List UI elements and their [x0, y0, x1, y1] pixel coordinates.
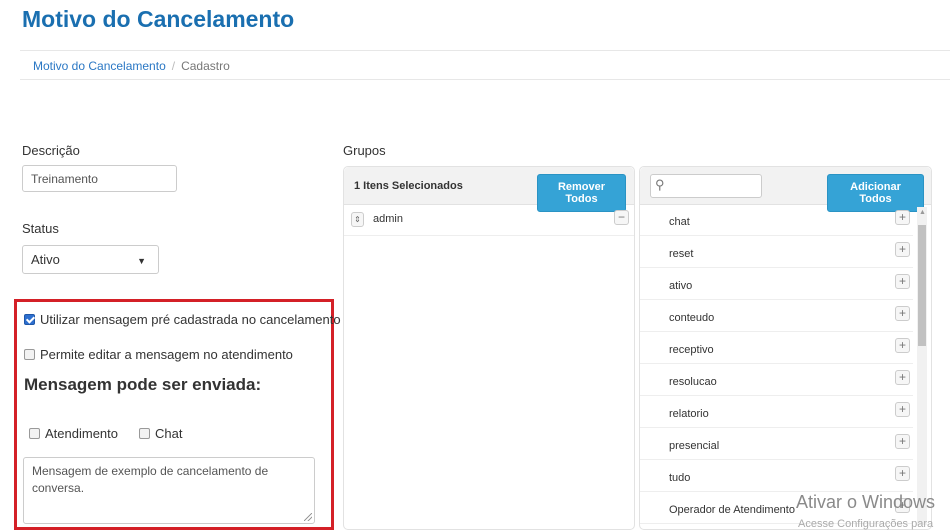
add-item-icon[interactable]: +	[895, 306, 910, 321]
atendimento-option[interactable]: Atendimento	[29, 426, 118, 441]
available-group-item[interactable]: resolucao +	[640, 364, 913, 396]
grupos-label: Grupos	[343, 143, 386, 158]
descricao-input-value: Treinamento	[31, 172, 98, 186]
add-item-icon[interactable]: +	[895, 370, 910, 385]
available-group-item[interactable]: relatorio +	[640, 396, 913, 428]
available-group-name: relatorio	[669, 408, 709, 420]
available-groups-header: ⚲ Adicionar Todos	[640, 167, 931, 212]
add-item-icon[interactable]: +	[895, 402, 910, 417]
add-item-icon[interactable]: +	[895, 338, 910, 353]
chat-checkbox[interactable]	[139, 428, 150, 439]
available-groups-panel: ⚲ Adicionar Todos chat + reset + ativo + conte…	[639, 166, 932, 530]
selected-groups-header: 1 Itens Selecionados Remover Todos	[344, 167, 634, 212]
chat-option[interactable]: Chat	[139, 426, 182, 441]
breadcrumb-link-motivo[interactable]: Motivo do Cancelamento	[33, 59, 166, 73]
available-group-name: tudo	[669, 472, 691, 484]
selected-count: 1 Itens Selecionados	[354, 180, 463, 192]
scroll-up-icon[interactable]: ▲	[919, 209, 926, 216]
selected-group-item-admin[interactable]: ⇕ admin −	[344, 204, 634, 236]
add-item-icon[interactable]: +	[895, 242, 910, 257]
available-group-name: receptivo	[669, 344, 714, 356]
descricao-label: Descrição	[22, 143, 80, 158]
atendimento-label: Atendimento	[45, 426, 118, 441]
allow-edit-message-checkbox[interactable]	[24, 349, 35, 360]
group-search-input[interactable]: ⚲	[650, 174, 762, 198]
available-group-item[interactable]: receptivo +	[640, 332, 913, 364]
status-select-value: Ativo	[31, 252, 60, 267]
available-group-item[interactable]: presencial +	[640, 428, 913, 460]
windows-activation-subtext: Acesse Configurações para	[798, 518, 934, 530]
windows-activation-watermark: Ativar o Windows	[796, 492, 936, 512]
allow-edit-message-label: Permite editar a mensagem no atendimento	[40, 347, 293, 362]
use-predefined-message-label: Utilizar mensagem pré cadastrada no canc…	[40, 312, 341, 327]
search-icon: ⚲	[655, 177, 665, 192]
available-group-name: ativo	[669, 280, 693, 292]
selected-group-name: admin	[373, 213, 403, 225]
drag-handle-icon[interactable]: ⇕	[351, 212, 364, 227]
add-item-icon[interactable]: +	[895, 274, 910, 289]
chevron-down-icon: ▼	[137, 256, 146, 266]
use-predefined-message-row[interactable]: Utilizar mensagem pré cadastrada no canc…	[24, 312, 341, 327]
remove-item-icon[interactable]: −	[614, 210, 629, 225]
atendimento-checkbox[interactable]	[29, 428, 40, 439]
breadcrumb-current: Cadastro	[181, 59, 230, 73]
send-via-heading: Mensagem pode ser enviada:	[24, 375, 262, 394]
message-textarea[interactable]: Mensagem de exemplo de cancelamento de c…	[23, 457, 315, 524]
available-group-name: presencial	[669, 440, 720, 452]
add-item-icon[interactable]: +	[895, 434, 910, 449]
page-title: Motivo do Cancelamento	[22, 6, 295, 32]
available-group-item[interactable]: chat +	[640, 204, 913, 236]
available-group-name: resolucao	[669, 376, 717, 388]
available-group-name: conteudo	[669, 312, 715, 324]
status-label: Status	[22, 221, 59, 236]
available-group-name: Operador de Atendimento	[669, 504, 795, 516]
add-item-icon[interactable]: +	[895, 466, 910, 481]
available-group-item[interactable]: tudo +	[640, 460, 913, 492]
message-textarea-text: Mensagem de exemplo de cancelamento de c…	[32, 464, 269, 495]
breadcrumb: Motivo do Cancelamento / Cadastro	[20, 50, 950, 80]
available-group-item[interactable]: reset +	[640, 236, 913, 268]
use-predefined-message-checkbox[interactable]	[24, 314, 35, 325]
available-group-name: chat	[669, 216, 690, 228]
resize-grip-icon[interactable]	[304, 513, 312, 521]
add-item-icon[interactable]: +	[895, 210, 910, 225]
available-group-name: reset	[669, 248, 694, 260]
breadcrumb-separator: /	[171, 59, 176, 73]
available-group-item[interactable]: conteudo +	[640, 300, 913, 332]
status-select[interactable]: Ativo ▼	[22, 245, 159, 274]
selected-groups-panel: 1 Itens Selecionados Remover Todos ⇕ adm…	[343, 166, 635, 530]
chat-label: Chat	[155, 426, 183, 441]
scrollbar-thumb[interactable]	[918, 225, 926, 346]
descricao-input[interactable]: Treinamento	[22, 165, 177, 192]
allow-edit-message-row[interactable]: Permite editar a mensagem no atendimento	[24, 347, 293, 362]
available-groups-scrollbar[interactable]: ▲	[917, 207, 927, 525]
available-group-item[interactable]: ativo +	[640, 268, 913, 300]
